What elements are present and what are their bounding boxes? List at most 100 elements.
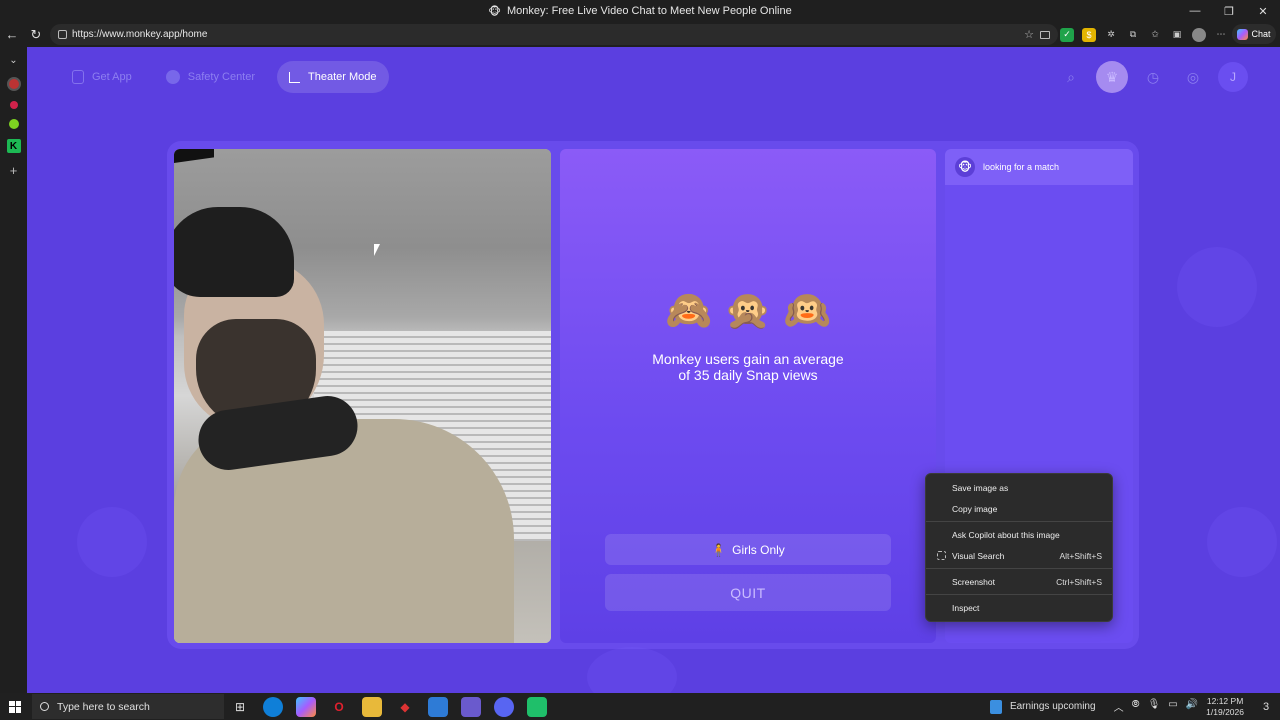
match-info-panel: 🙈 🙊 🙉 Monkey users gain an average of 35… — [560, 149, 936, 643]
task-view-icon[interactable]: ⊞ — [230, 697, 250, 717]
url-text: https://www.monkey.app/home — [72, 29, 208, 40]
more-options-icon[interactable]: ⋯ — [1214, 28, 1228, 42]
copilot-chat-button[interactable]: Chat — [1232, 24, 1276, 44]
messages-icon[interactable]: ◎ — [1178, 62, 1208, 92]
grid-app-icon[interactable] — [461, 696, 481, 717]
close-icon[interactable]: ✕ — [1246, 0, 1280, 22]
favorite-star-icon[interactable]: ☆ — [1024, 28, 1034, 41]
chat-status-text: looking for a match — [983, 162, 1060, 172]
tab-monkey[interactable] — [6, 77, 21, 91]
windows-logo-icon — [9, 700, 21, 713]
tab-youtube[interactable] — [9, 101, 18, 109]
menu-item-ask-copilot[interactable]: Ask Copilot about this image — [926, 524, 1112, 545]
lock-icon — [58, 30, 67, 39]
safety-center-button[interactable]: Safety Center — [154, 61, 267, 93]
background-pattern — [1207, 507, 1277, 577]
mail-icon[interactable] — [428, 696, 448, 717]
get-app-button[interactable]: Get App — [60, 61, 144, 93]
background-pattern — [1177, 247, 1257, 327]
address-bar[interactable]: https://www.monkey.app/home ☆ — [50, 24, 1058, 45]
menu-item-inspect[interactable]: Inspect — [926, 597, 1112, 618]
extensions-puzzle-icon[interactable]: ✲ — [1104, 28, 1118, 42]
extensions-bar: ✓ $ ✲ ⧉ ✩ ▣ ⋯ — [1060, 22, 1228, 47]
shield-icon — [165, 70, 180, 84]
header-actions: ⌕ ♛ ◷ ◎ J — [1056, 61, 1248, 93]
new-tab-plus-icon[interactable]: + — [7, 163, 21, 178]
tab-kick[interactable]: K — [6, 139, 21, 153]
clock-time: 12:12 PM — [1206, 695, 1244, 706]
volume-icon[interactable]: 🔊 — [1186, 699, 1198, 714]
top-nav: Get App Safety Center Theater Mode — [60, 61, 389, 93]
avatar[interactable]: J — [1218, 62, 1248, 92]
menu-item-copy-image[interactable]: Copy image — [926, 498, 1112, 519]
menu-item-save-image[interactable]: Save image as — [926, 477, 1112, 498]
system-tray: Earnings upcoming ︿ ⦾ 🎙 ▭ 🔊 12:12 PM 1/1… — [989, 693, 1280, 720]
notification-center-icon[interactable]: 3 — [1252, 701, 1280, 713]
person-icon: 🧍 — [711, 542, 727, 557]
search-placeholder: Type here to search — [57, 700, 150, 713]
tab-green-site[interactable] — [8, 119, 19, 129]
chat-label: Chat — [1251, 29, 1271, 39]
news-widget[interactable]: Earnings upcoming — [989, 699, 1096, 714]
girls-only-button[interactable]: 🧍 Girls Only — [605, 534, 891, 565]
search-icon — [40, 702, 49, 711]
browser-toolbar: ← ↻ https://www.monkey.app/home ☆ ✓ $ ✲ … — [0, 22, 1280, 47]
taskbar-search[interactable]: Type here to search — [32, 694, 224, 719]
checkmark-extension-icon[interactable]: ✓ — [1060, 27, 1074, 42]
crown-icon[interactable]: ♛ — [1096, 61, 1128, 93]
back-icon[interactable]: ← — [0, 23, 24, 47]
collections-icon[interactable]: ▣ — [1170, 28, 1184, 42]
network-icon[interactable]: ▭ — [1168, 699, 1177, 714]
refresh-icon[interactable]: ↻ — [24, 23, 48, 47]
opera-icon[interactable]: O — [329, 697, 349, 717]
favorites-icon[interactable]: ✩ — [1148, 28, 1162, 42]
edge-icon[interactable] — [263, 696, 283, 717]
start-button[interactable] — [0, 693, 30, 720]
file-explorer-icon[interactable] — [362, 696, 382, 717]
split-screen-icon[interactable]: ⧉ — [1126, 28, 1140, 42]
menu-divider — [926, 521, 1112, 522]
chevron-up-icon[interactable]: ︿ — [1114, 699, 1124, 714]
copilot-icon — [1237, 28, 1249, 40]
microphone-icon[interactable]: 🎙 — [1148, 699, 1161, 714]
news-icon — [989, 699, 1002, 714]
clock-date: 1/19/2026 — [1206, 706, 1244, 717]
theater-mode-label: Theater Mode — [308, 71, 377, 83]
tab-collapse-chevron-icon[interactable]: ⌄ — [7, 53, 21, 67]
menu-divider — [926, 594, 1112, 595]
chat-status: 🐵 looking for a match — [945, 149, 1133, 185]
visual-search-icon — [937, 551, 946, 560]
clock[interactable]: 12:12 PM 1/19/2026 — [1206, 696, 1244, 718]
monkey-avatar-icon: 🐵 — [955, 157, 975, 177]
menu-item-visual-search[interactable]: Visual Search Alt+Shift+S — [926, 545, 1112, 566]
green-app-icon[interactable] — [527, 696, 547, 717]
background-pattern — [587, 647, 677, 693]
menu-divider — [926, 568, 1112, 569]
monkey-emojis: 🙈 🙊 🙉 — [560, 289, 936, 333]
camera-in-use-icon[interactable] — [1040, 30, 1050, 39]
minimize-icon[interactable]: — — [1178, 0, 1212, 22]
copilot-app-icon[interactable] — [296, 696, 316, 717]
menu-item-screenshot[interactable]: Screenshot Ctrl+Shift+S — [926, 571, 1112, 592]
red-app-icon[interactable]: ◆ — [395, 697, 415, 717]
theater-mode-button[interactable]: Theater Mode — [277, 61, 389, 93]
coupon-extension-icon[interactable]: $ — [1082, 27, 1096, 42]
shortcut-text: Alt+Shift+S — [1059, 550, 1102, 561]
hear-no-evil-monkey-icon: 🙉 — [783, 290, 831, 332]
shortcut-text: Ctrl+Shift+S — [1056, 576, 1102, 587]
speak-no-evil-monkey-icon: 🙊 — [724, 290, 772, 332]
expand-icon — [289, 71, 301, 83]
camera-icon[interactable]: ⦾ — [1132, 699, 1140, 714]
window-title-bar: 🐵 Monkey: Free Live Video Chat to Meet N… — [0, 0, 1280, 22]
search-icon[interactable]: ⌕ — [1056, 62, 1086, 92]
mouse-cursor-icon — [374, 244, 384, 256]
discord-icon[interactable] — [494, 696, 514, 717]
quit-button[interactable]: QUIT — [605, 574, 891, 611]
restore-icon[interactable]: ❐ — [1212, 0, 1246, 22]
girls-only-label: Girls Only — [732, 542, 785, 557]
safety-center-label: Safety Center — [187, 71, 256, 83]
history-icon[interactable]: ◷ — [1138, 62, 1168, 92]
tagline: Monkey users gain an average of 35 daily… — [652, 351, 844, 383]
profile-icon[interactable] — [1192, 27, 1206, 42]
local-video-feed[interactable] — [174, 149, 551, 643]
